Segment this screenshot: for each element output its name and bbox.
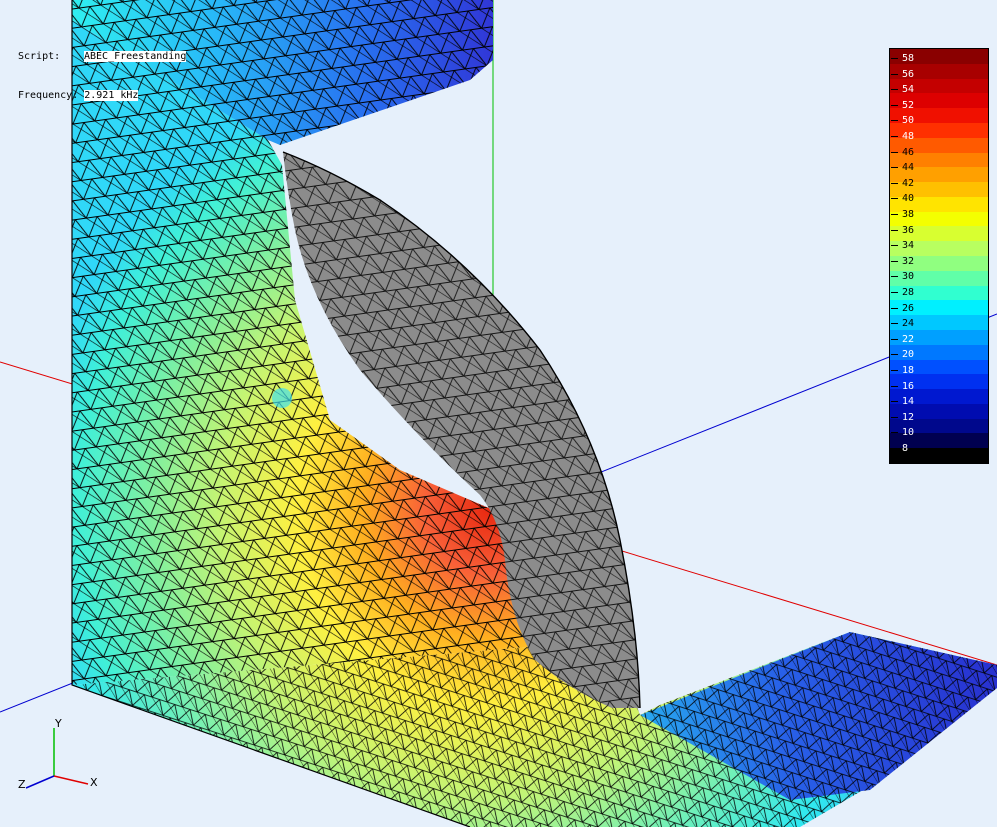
legend-tick-label: 12 [890,411,914,424]
legend-tick-label: 24 [890,317,914,330]
legend-tick-label: 50 [890,114,914,127]
triad-y-label: Y [54,717,62,730]
legend-tick-label: 54 [890,83,914,96]
legend-tick-label: 20 [890,348,914,361]
legend-tick-label: 34 [890,239,914,252]
legend-tick-label: 32 [890,255,914,268]
triad-x-axis [53,775,89,785]
3d-viewport[interactable] [0,0,997,827]
legend-tick-label: 30 [890,270,914,283]
script-row: Script: ABEC_Freestanding [18,50,187,63]
legend-tick-label: 8 [890,442,908,455]
legend-tick-label: 58 [890,52,914,65]
legend-tick-label: 26 [890,302,914,315]
legend-tick-label: 16 [890,380,914,393]
legend-tick-label: 46 [890,146,914,159]
legend-tick-label: 48 [890,130,914,143]
color-scale-legend: 58 56 54 52 50 48 46 44 42 40 38 36 34 32 30 28 26 24 22 20… [889,48,989,464]
frequency-row: Frequency: 2.921 kHz [18,89,186,102]
legend-tick-label: 18 [890,364,914,377]
legend-tick-label: 38 [890,208,914,221]
axis-triad: Y X Z [18,717,98,791]
triad-x-label: X [90,776,98,789]
info-overlay: Script: ABEC_Freestanding Frequency: 2.92… [18,24,187,115]
frequency-label: Frequency: [18,90,79,101]
legend-tick-label: 10 [890,426,914,439]
legend-tick-label: 22 [890,333,914,346]
triad-z-label: Z [18,778,26,791]
legend-tick-label: 42 [890,177,914,190]
legend-tick-label: 28 [890,286,914,299]
script-label: Script: [18,51,61,62]
legend-tick-label: 40 [890,192,914,205]
legend-tick-label: 14 [890,395,914,408]
legend-tick-label: 44 [890,161,914,174]
legend-tick-label: 52 [890,99,914,112]
legend-tick-label: 56 [890,68,914,81]
legend-tick-label: 36 [890,224,914,237]
triad-z-axis [25,775,55,789]
frequency-value: 2.921 kHz [84,90,139,101]
script-value: ABEC_Freestanding [84,51,187,62]
